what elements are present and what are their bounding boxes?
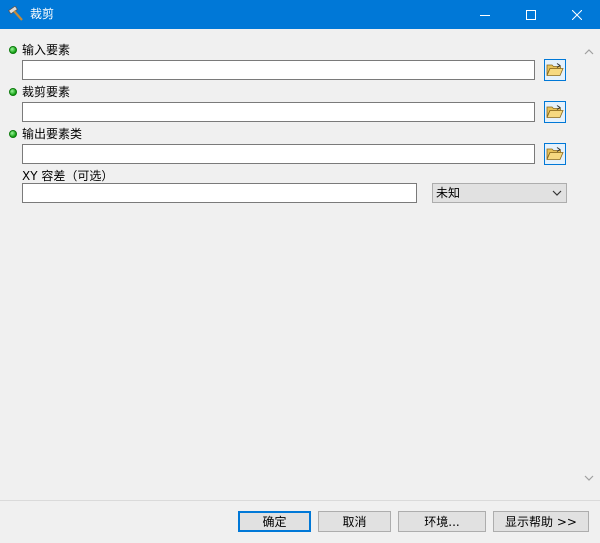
- show-help-button[interactable]: 显示帮助 >>: [493, 511, 589, 532]
- clip-features-label: 裁剪要素: [22, 85, 71, 99]
- minimize-button[interactable]: [462, 0, 508, 29]
- maximize-icon: [526, 9, 536, 20]
- input-features-label: 输入要素: [22, 43, 71, 57]
- cancel-button[interactable]: 取消: [318, 511, 391, 532]
- environments-button[interactable]: 环境...: [398, 511, 486, 532]
- folder-open-icon: [546, 105, 564, 118]
- vertical-scrollbar[interactable]: [580, 38, 597, 490]
- required-indicator-icon: [9, 88, 17, 96]
- output-feature-class-field[interactable]: [22, 144, 535, 164]
- input-features-field[interactable]: [22, 60, 535, 80]
- maximize-button[interactable]: [508, 0, 554, 29]
- chevron-down-icon: [552, 190, 562, 196]
- ok-button[interactable]: 确定: [238, 511, 311, 532]
- chevron-up-icon: [584, 48, 593, 54]
- chevron-down-icon: [584, 475, 593, 481]
- title-bar[interactable]: 裁剪: [0, 0, 600, 29]
- clip-features-field[interactable]: [22, 102, 535, 122]
- clip-features-browse-button[interactable]: [544, 101, 566, 123]
- folder-open-icon: [546, 147, 564, 160]
- required-indicator-icon: [9, 46, 17, 54]
- xy-tolerance-field[interactable]: [22, 183, 417, 203]
- close-icon: [572, 9, 582, 20]
- required-indicator-icon: [9, 130, 17, 138]
- output-feature-class-label: 输出要素类: [22, 127, 83, 141]
- scroll-down-button[interactable]: [583, 472, 594, 483]
- selected-unit: 未知: [436, 186, 461, 200]
- input-features-browse-button[interactable]: [544, 59, 566, 81]
- close-button[interactable]: [554, 0, 600, 29]
- window-title: 裁剪: [30, 7, 55, 21]
- scroll-up-button[interactable]: [583, 46, 594, 57]
- xy-tolerance-label: XY 容差（可选）: [22, 169, 114, 183]
- folder-open-icon: [546, 63, 564, 76]
- xy-tolerance-unit-dropdown[interactable]: 未知: [432, 183, 567, 203]
- hammer-icon: [8, 6, 23, 21]
- output-feature-class-browse-button[interactable]: [544, 143, 566, 165]
- minimize-icon: [480, 14, 490, 16]
- clip-tool-dialog: 裁剪 输入要素 裁剪要素 输出要素类 XY 容差（可选） 未知 确定 取消 环境…: [0, 0, 600, 543]
- button-bar-divider: [0, 500, 600, 501]
